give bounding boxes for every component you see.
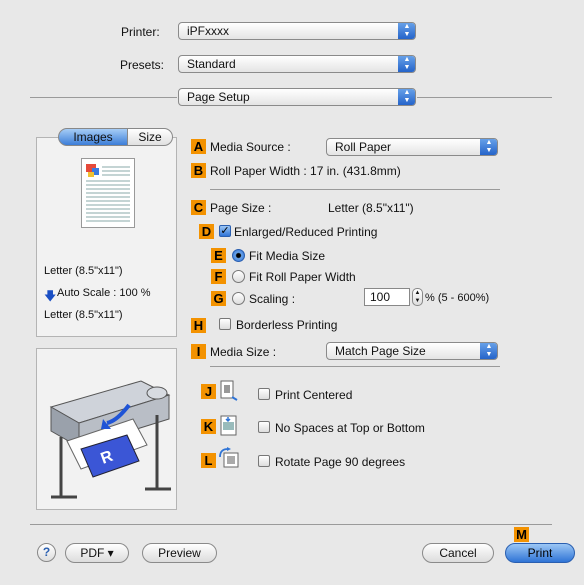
preview-output: Letter (8.5"x11") [44, 309, 123, 321]
badge-h: H [191, 318, 206, 333]
printer-label: Printer: [121, 25, 160, 39]
help-button[interactable]: ? [37, 543, 56, 562]
print-button[interactable]: Print [505, 543, 575, 563]
divider [210, 366, 500, 367]
tab-images-label: Images [73, 130, 113, 144]
updown-icon: ▲ ▼ [398, 89, 415, 105]
print-label: Print [527, 546, 553, 560]
tab-images[interactable]: Images [58, 128, 128, 146]
media-size-select[interactable]: Match Page Size ▲ ▼ [326, 342, 498, 360]
page-size-label: Page Size : [210, 201, 272, 215]
updown-icon: ▲ ▼ [398, 23, 415, 39]
divider [30, 524, 552, 525]
badge-b: B [191, 163, 206, 178]
rotate-checkbox[interactable] [258, 455, 270, 467]
scaling-label: Scaling : [249, 292, 296, 306]
badge-c: C [191, 200, 206, 215]
badge-f: F [211, 269, 226, 284]
stepper-arrows-icon: ▲ ▼ [414, 290, 421, 304]
updown-icon: ▲ ▼ [480, 139, 497, 155]
document-thumbnail-icon [86, 164, 130, 222]
printer-illustration-icon: R [49, 380, 171, 499]
pdf-label: PDF ▾ [80, 546, 114, 560]
divider [210, 189, 500, 190]
preview-button[interactable]: Preview [142, 543, 217, 563]
rotate-label: Rotate Page 90 degrees [275, 455, 406, 469]
badge-m: M [514, 527, 529, 542]
updown-icon: ▲ ▼ [398, 56, 415, 72]
panel-value: Page Setup [187, 90, 250, 104]
page-thumbnail [81, 158, 135, 228]
fit-media-label: Fit Media Size [249, 249, 326, 263]
fit-media-radio[interactable] [232, 249, 245, 262]
scaling-value: 100 [370, 290, 391, 304]
presets-value: Standard [187, 57, 236, 71]
checkmark-icon: ✓ [220, 225, 230, 237]
print-centered-checkbox[interactable] [258, 388, 270, 400]
panel-select[interactable]: Page Setup ▲ ▼ [178, 88, 416, 106]
roll-width-text: Roll Paper Width : 17 in. (431.8mm) [210, 164, 401, 178]
no-spaces-icon [220, 415, 237, 436]
badge-d: D [199, 224, 214, 239]
scaling-radio[interactable] [232, 292, 245, 305]
preview-paper: Letter (8.5"x11") [44, 265, 123, 277]
help-icon: ? [42, 545, 51, 559]
rotate-page-icon [219, 447, 239, 468]
enlarged-checkbox[interactable]: ✓ [219, 225, 231, 237]
enlarged-label: Enlarged/Reduced Printing [234, 225, 378, 239]
updown-icon: ▲ ▼ [480, 343, 497, 359]
print-centered-label: Print Centered [275, 388, 353, 402]
print-centered-icon [220, 380, 238, 401]
badge-l: L [201, 453, 216, 468]
media-source-label: Media Source : [210, 140, 291, 154]
divider [417, 97, 552, 98]
preview-auto-scale: Auto Scale : 100 % [57, 287, 151, 299]
tab-size[interactable]: Size [127, 128, 173, 146]
cancel-button[interactable]: Cancel [422, 543, 494, 563]
scaling-range: % (5 - 600%) [425, 292, 490, 304]
badge-i: I [191, 344, 206, 359]
media-size-label: Media Size : [210, 345, 277, 359]
badge-g: G [211, 291, 226, 306]
badge-e: E [211, 248, 226, 263]
arrow-down-icon: 🡇 [44, 289, 57, 303]
presets-select[interactable]: Standard ▲ ▼ [178, 55, 416, 73]
borderless-label: Borderless Printing [236, 318, 338, 332]
tab-size-label: Size [138, 130, 162, 144]
page-size-value: Letter (8.5"x11") [328, 201, 414, 215]
pdf-button[interactable]: PDF ▾ [65, 543, 129, 563]
badge-j: J [201, 384, 216, 399]
media-source-value: Roll Paper [335, 140, 392, 154]
badge-k: K [201, 419, 216, 434]
printer-value: iPFxxxx [187, 24, 229, 38]
preview-label: Preview [158, 546, 201, 560]
no-spaces-label: No Spaces at Top or Bottom [275, 421, 425, 435]
presets-label: Presets: [120, 58, 165, 72]
fit-roll-radio[interactable] [232, 270, 245, 283]
printer-select[interactable]: iPFxxxx ▲ ▼ [178, 22, 416, 40]
scaling-input[interactable]: 100 [364, 288, 410, 306]
scaling-stepper[interactable]: ▲ ▼ [412, 288, 423, 306]
divider [30, 97, 177, 98]
borderless-checkbox[interactable] [219, 318, 231, 330]
media-size-value: Match Page Size [335, 344, 426, 358]
fit-roll-label: Fit Roll Paper Width [249, 270, 356, 284]
printer-illustration-panel: R [36, 348, 177, 510]
media-source-select[interactable]: Roll Paper ▲ ▼ [326, 138, 498, 156]
badge-a: A [191, 139, 206, 154]
cancel-label: Cancel [439, 546, 477, 560]
no-spaces-checkbox[interactable] [258, 421, 270, 433]
